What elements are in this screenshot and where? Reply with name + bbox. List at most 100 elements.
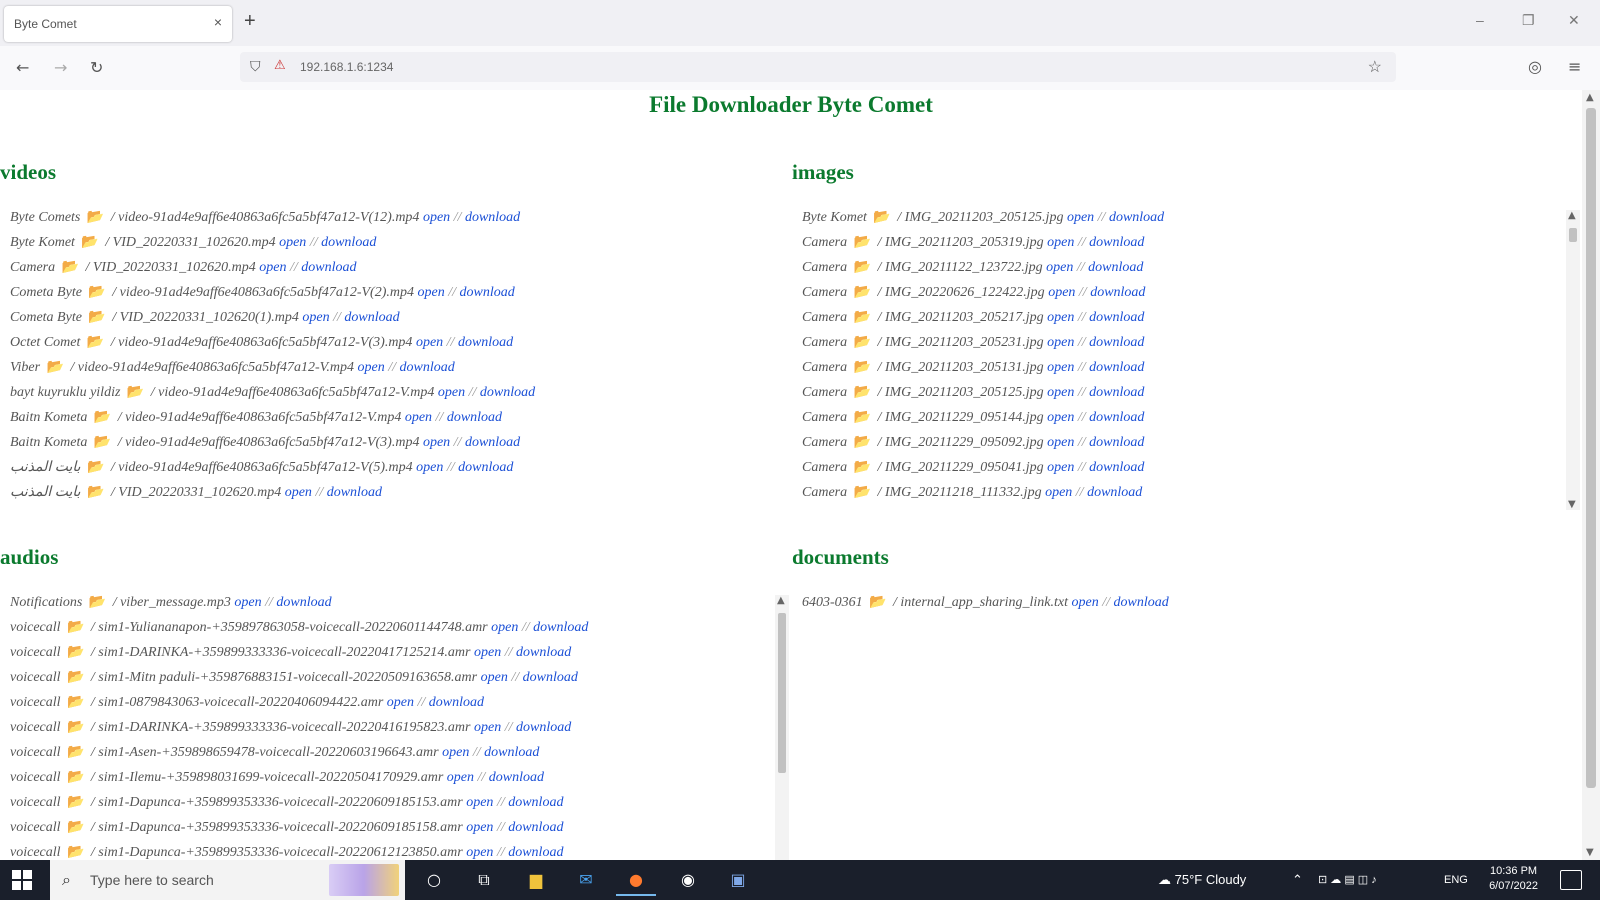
reload-icon[interactable]: ↻ [90,58,103,77]
download-link[interactable]: download [458,335,513,350]
open-link[interactable]: open [234,595,261,610]
open-link[interactable]: open [279,235,306,250]
tray-expand-icon[interactable]: ⌃ [1292,860,1303,900]
open-link[interactable]: open [1047,460,1074,475]
open-link[interactable]: open [1072,595,1099,610]
download-link[interactable]: download [1088,260,1143,275]
language-indicator[interactable]: ENG [1444,860,1468,900]
open-link[interactable]: open [405,410,432,425]
page-scroll-thumb[interactable] [1586,108,1596,788]
search-placeholder[interactable]: Type here to search [90,872,214,888]
open-link[interactable]: open [1048,285,1075,300]
open-link[interactable]: open [387,695,414,710]
menu-icon[interactable]: ≡ [1568,57,1581,76]
download-link[interactable]: download [1089,460,1144,475]
open-link[interactable]: open [438,385,465,400]
open-link[interactable]: open [1047,410,1074,425]
back-icon[interactable]: ← [16,58,29,77]
address-bar[interactable]: ⛉ ⚠ 192.168.1.6:1234 ☆ [240,52,1396,82]
download-link[interactable]: download [516,645,571,660]
shield-icon[interactable]: ⛉ [250,58,261,75]
scroll-thumb[interactable] [778,613,786,773]
open-link[interactable]: open [466,845,493,860]
open-link[interactable]: open [466,820,493,835]
tray-icons[interactable]: ⊡ ☁ ▤ ◫ ♪ [1318,860,1377,900]
open-link[interactable]: open [259,260,286,275]
insecure-lock-icon[interactable]: ⚠ [274,57,286,73]
open-link[interactable]: open [423,210,450,225]
open-link[interactable]: open [1067,210,1094,225]
download-link[interactable]: download [480,385,535,400]
taskbar-clock[interactable]: 10:36 PM 6/07/2022 [1489,864,1538,894]
download-link[interactable]: download [1089,410,1144,425]
page-scrollbar[interactable]: ▲ ▼ [1582,90,1600,860]
download-link[interactable]: download [344,310,399,325]
open-link[interactable]: open [423,435,450,450]
download-link[interactable]: download [1089,235,1144,250]
download-link[interactable]: download [484,745,539,760]
open-link[interactable]: open [491,620,518,635]
scroll-up-icon[interactable]: ▲ [777,595,785,606]
download-link[interactable]: download [489,770,544,785]
app-icon[interactable]: ◉ [668,866,708,894]
download-link[interactable]: download [1089,435,1144,450]
download-link[interactable]: download [327,485,382,500]
open-link[interactable]: open [1047,235,1074,250]
scroll-thumb[interactable] [1569,228,1577,242]
document-app-icon[interactable]: ▣ [718,866,758,894]
download-link[interactable]: download [459,285,514,300]
download-link[interactable]: download [523,670,578,685]
minimize-button[interactable]: – [1476,12,1484,28]
download-link[interactable]: download [533,620,588,635]
audios-scrollbar[interactable]: ▲ [775,595,789,860]
download-link[interactable]: download [1109,210,1164,225]
file-explorer-icon[interactable]: ▆ [516,866,556,894]
open-link[interactable]: open [447,770,474,785]
new-tab-button[interactable]: + [244,10,256,33]
scroll-up-icon[interactable]: ▲ [1568,210,1576,221]
scroll-up-icon[interactable]: ▲ [1586,92,1594,103]
download-link[interactable]: download [321,235,376,250]
open-link[interactable]: open [1046,260,1073,275]
cortana-icon[interactable]: ○ [414,866,454,894]
open-link[interactable]: open [442,745,469,760]
task-view-icon[interactable]: ⧉ [464,866,504,894]
download-link[interactable]: download [465,435,520,450]
tab-close-icon[interactable]: × [214,14,222,30]
open-link[interactable]: open [1047,335,1074,350]
download-link[interactable]: download [508,845,563,860]
images-scrollbar[interactable]: ▲ ▼ [1566,210,1580,510]
open-link[interactable]: open [358,360,385,375]
download-link[interactable]: download [1087,485,1142,500]
pocket-icon[interactable]: ◎ [1528,57,1542,76]
open-link[interactable]: open [302,310,329,325]
open-link[interactable]: open [481,670,508,685]
windows-start-icon[interactable] [12,870,32,890]
download-link[interactable]: download [465,210,520,225]
download-link[interactable]: download [1089,360,1144,375]
url-text[interactable]: 192.168.1.6:1234 [300,60,393,74]
open-link[interactable]: open [416,335,443,350]
download-link[interactable]: download [429,695,484,710]
open-link[interactable]: open [1047,310,1074,325]
download-link[interactable]: download [301,260,356,275]
scroll-down-icon[interactable]: ▼ [1568,499,1576,510]
download-link[interactable]: download [1090,285,1145,300]
download-link[interactable]: download [508,820,563,835]
open-link[interactable]: open [1047,385,1074,400]
download-link[interactable]: download [458,460,513,475]
open-link[interactable]: open [416,460,443,475]
browser-tab[interactable]: Byte Comet × [4,6,232,42]
notification-icon[interactable] [1560,870,1582,890]
scroll-down-icon[interactable]: ▼ [1586,847,1594,858]
download-link[interactable]: download [447,410,502,425]
forward-icon[interactable]: → [54,58,67,77]
open-link[interactable]: open [474,645,501,660]
download-link[interactable]: download [1089,335,1144,350]
download-link[interactable]: download [1089,310,1144,325]
download-link[interactable]: download [1114,595,1169,610]
taskbar-search[interactable]: ⌕ Type here to search [50,860,405,900]
restore-button[interactable]: ❐ [1522,12,1535,29]
open-link[interactable]: open [1045,485,1072,500]
download-link[interactable]: download [508,795,563,810]
